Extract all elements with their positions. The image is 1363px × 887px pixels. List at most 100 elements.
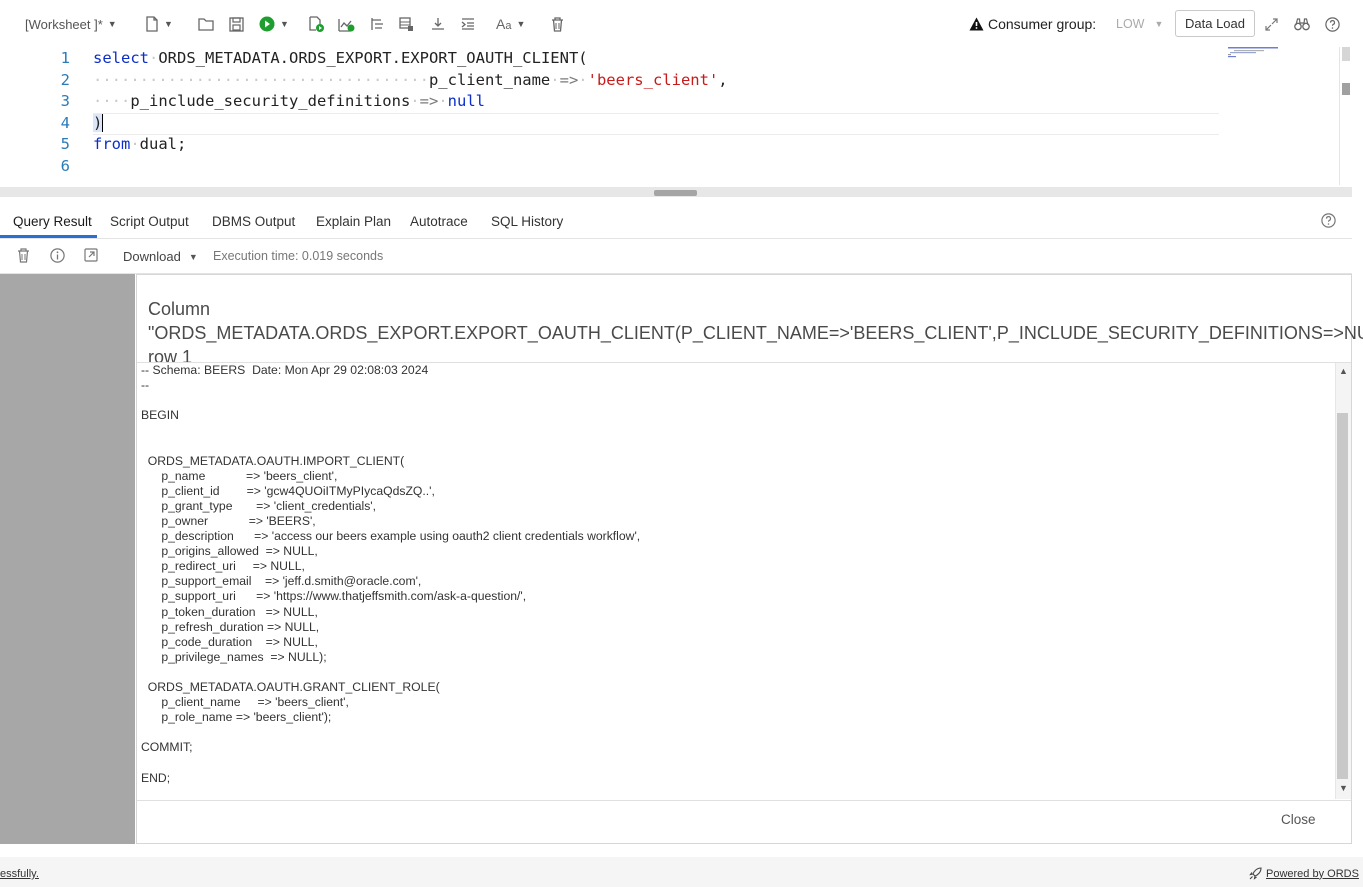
content-line: p_owner => 'BEERS',	[141, 513, 316, 528]
warning-icon	[969, 17, 984, 31]
code-text: )	[93, 114, 103, 132]
chevron-down-icon: ▼	[516, 19, 526, 29]
code-text: dual;	[139, 135, 187, 153]
content-line	[141, 665, 1331, 680]
database-button[interactable]	[399, 12, 414, 36]
info-icon	[50, 248, 65, 263]
download-button[interactable]	[431, 12, 445, 36]
chevron-down-icon: ▼	[164, 19, 173, 29]
line-number: 6	[60, 157, 70, 175]
line-number: 2	[60, 71, 70, 89]
content-line: p_refresh_duration => NULL,	[141, 619, 320, 634]
maximize-button[interactable]	[1265, 12, 1278, 36]
content-line: BEGIN	[141, 408, 179, 423]
clear-button[interactable]	[551, 12, 564, 36]
column-value-dialog: Column "ORDS_METADATA.ORDS_EXPORT.EXPORT…	[136, 274, 1363, 844]
download-menu[interactable]: Download ▼	[123, 249, 198, 264]
content-line	[141, 423, 1331, 438]
worksheet-label: [Worksheet ]*	[25, 16, 103, 32]
scroll-up-arrow-icon[interactable]: ▲	[1339, 366, 1348, 376]
content-line	[141, 755, 1331, 770]
clear-output-button[interactable]	[17, 248, 30, 268]
expand-icon	[1265, 17, 1278, 31]
download-label: Download	[123, 249, 181, 264]
modal-backdrop	[0, 274, 135, 844]
help-icon	[1325, 16, 1340, 32]
tab-dbms-output[interactable]: DBMS Output	[212, 214, 295, 229]
save-button[interactable]	[229, 12, 244, 36]
splitter-grip[interactable]	[654, 190, 697, 196]
dialog-scrollbar[interactable]: ▲ ▼	[1335, 363, 1351, 799]
data-load-button[interactable]: Data Load	[1175, 10, 1255, 37]
code-string: 'beers_client'	[587, 71, 719, 89]
keyword: select	[93, 49, 149, 67]
active-tab-indicator	[0, 235, 97, 238]
help-icon	[1321, 213, 1336, 228]
output-tabs: Query Result Script Output DBMS Output E…	[0, 204, 1352, 239]
worksheet-selector[interactable]: [Worksheet ]* ▼	[25, 12, 117, 36]
tab-explain-plan[interactable]: Explain Plan	[316, 214, 391, 229]
trash-icon	[18, 248, 29, 263]
worksheet-toolbar: [Worksheet ]* ▼ ▼ ▼ Aa ▼ Consumer group:…	[0, 0, 1363, 47]
font-case-icon: Aa	[496, 16, 512, 32]
content-line: p_redirect_uri => NULL,	[141, 559, 305, 574]
output-help-button[interactable]	[1321, 213, 1336, 233]
tab-autotrace[interactable]: Autotrace	[410, 214, 468, 229]
close-button[interactable]: Close	[1281, 812, 1316, 827]
editor-scrollbar-thumb[interactable]	[1342, 47, 1350, 61]
text-case-button[interactable]: Aa ▼	[496, 12, 525, 36]
tab-script-output[interactable]: Script Output	[110, 214, 189, 229]
open-in-new-button[interactable]	[84, 248, 98, 267]
text-cursor	[102, 114, 104, 132]
scrollbar-thumb[interactable]	[1337, 413, 1348, 779]
autotrace-button[interactable]	[370, 12, 384, 36]
content-line: p_description => 'access our beers examp…	[141, 529, 641, 544]
content-line: -- Schema: BEERS Date: Mon Apr 29 02:08:…	[141, 363, 429, 377]
save-icon	[229, 16, 244, 32]
find-button[interactable]	[1294, 12, 1310, 36]
pane-splitter[interactable]	[0, 187, 1352, 197]
new-worksheet-button[interactable]: ▼	[145, 12, 173, 36]
code-line-1: select·ORDS_METADATA.ORDS_EXPORT.EXPORT_…	[93, 49, 588, 67]
powered-by-text: Powered by ORDS	[1266, 867, 1359, 880]
column-value-text[interactable]: -- Schema: BEERS Date: Mon Apr 29 02:08:…	[141, 363, 1331, 800]
content-line: p_origins_allowed => NULL,	[141, 544, 318, 559]
powered-by-link[interactable]: Powered by ORDS	[1249, 867, 1359, 880]
download-icon	[432, 18, 444, 30]
code-line-2: ····································p_cl…	[93, 71, 728, 89]
code-minimap[interactable]	[1228, 47, 1283, 59]
content-line: p_privilege_names => NULL);	[141, 649, 327, 664]
line-number: 1	[60, 49, 70, 67]
format-button[interactable]	[461, 12, 475, 36]
keyword: null	[447, 92, 485, 110]
code-param: p_include_security_definitions	[130, 92, 411, 110]
status-message[interactable]: essfully.	[0, 868, 39, 880]
content-line: ORDS_METADATA.OAUTH.GRANT_CLIENT_ROLE(	[141, 679, 440, 694]
scroll-down-arrow-icon[interactable]: ▼	[1339, 783, 1348, 793]
explain-plan-icon	[338, 19, 355, 32]
run-script-icon	[309, 16, 324, 32]
editor-scrollbar-marker	[1342, 83, 1350, 95]
consumer-group-select[interactable]: LOW ▼	[1116, 12, 1163, 36]
explain-plan-button[interactable]	[338, 12, 355, 36]
line-number: 5	[60, 135, 70, 153]
external-link-icon	[84, 248, 98, 262]
code-line-3: ····p_include_security_definitions·=>·nu…	[93, 92, 485, 110]
indent-icon	[461, 18, 474, 30]
content-line: COMMIT;	[141, 740, 193, 755]
content-line: p_code_duration => NULL,	[141, 634, 318, 649]
tab-query-result[interactable]: Query Result	[13, 214, 92, 229]
run-script-button[interactable]	[308, 12, 324, 36]
open-button[interactable]	[198, 12, 214, 36]
info-button[interactable]	[50, 248, 65, 268]
help-button[interactable]	[1325, 12, 1340, 36]
run-statement-button[interactable]: ▼	[259, 12, 289, 36]
run-icon	[259, 16, 275, 32]
divider	[137, 800, 1351, 801]
sql-editor[interactable]: 1 2 3 4 5 6 select·ORDS_METADATA.ORDS_EX…	[0, 47, 1340, 185]
tab-sql-history[interactable]: SQL History	[491, 214, 563, 229]
editor-scrollbar[interactable]	[1339, 47, 1353, 185]
current-line-highlight	[93, 113, 1219, 135]
keyword: from	[93, 135, 131, 153]
consumer-group-value: LOW	[1116, 17, 1145, 31]
